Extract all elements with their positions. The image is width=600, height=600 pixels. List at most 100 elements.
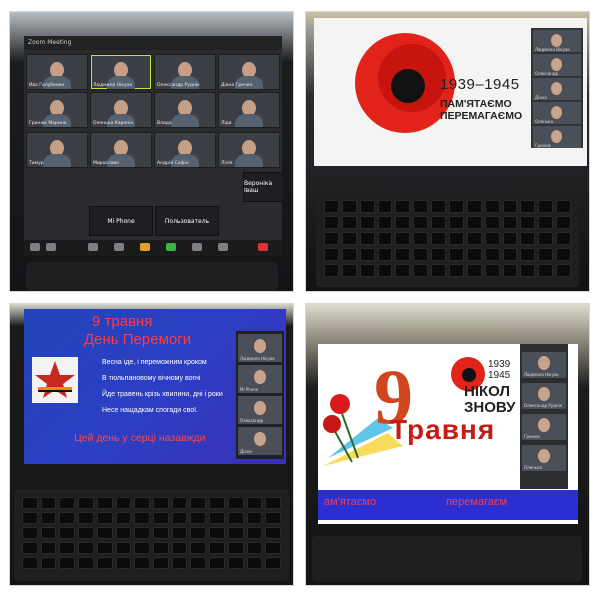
participant-name-tile[interactable]: Вероніка Іваш: [243, 172, 282, 202]
participant-thumbnail[interactable]: Олександр: [533, 54, 581, 76]
keyboard-key: [227, 557, 244, 569]
keyboard-key: [22, 527, 38, 539]
participant-name: Ліда: [221, 121, 232, 126]
participant-video-tile[interactable]: Ліда: [218, 92, 280, 128]
participant-thumbnail[interactable]: Людмила Нікуак: [533, 30, 581, 52]
keyboard-key: [59, 527, 76, 539]
participant-video-tile[interactable]: Влада: [154, 92, 216, 128]
participant-name-tile[interactable]: Пользователь: [155, 206, 219, 236]
participant-video-tile[interactable]: Мирослава: [90, 132, 152, 168]
slide-title: 9 травня: [92, 313, 153, 330]
participant-name: Олександр Руднік: [157, 83, 200, 88]
participant-name: Олександр Руднік: [524, 403, 563, 408]
keyboard-key: [520, 248, 536, 261]
keyboard-key: [171, 512, 188, 524]
participant-video-tile[interactable]: Олександр Руднік: [154, 54, 216, 90]
keyboard-key: [484, 232, 500, 245]
keyboard-key: [78, 512, 94, 524]
keyboard-key: [484, 216, 500, 229]
poem-line: В тюльпановому вічному вогні: [102, 375, 201, 382]
keyboard-key: [22, 557, 38, 569]
participant-thumbnail[interactable]: Олександр Руднік: [522, 383, 566, 409]
keyboard-key: [484, 248, 500, 261]
participant-name-tile[interactable]: Mi Phone: [89, 206, 153, 236]
participant-thumbnail[interactable]: Людмила Нікуак: [238, 334, 282, 362]
keyboard-key: [502, 264, 518, 277]
keyboard-key: [209, 557, 225, 569]
keyboard-key: [190, 542, 207, 554]
participant-video-tile[interactable]: Тимур: [26, 132, 88, 168]
participant-thumbnail[interactable]: Оленька: [533, 102, 581, 124]
participant-thumbnail[interactable]: Mi Phone: [238, 365, 282, 393]
keyboard-key: [171, 527, 188, 539]
keyboard-key: [171, 557, 188, 569]
share-screen-icon[interactable]: [166, 243, 176, 251]
mic-icon[interactable]: [30, 243, 40, 251]
keyboard-key: [502, 216, 518, 229]
participants-strip: Людмила Нікуак Олександр Руднік Гринюк Олен…: [520, 344, 568, 489]
participant-thumbnail[interactable]: Гринюк: [522, 414, 566, 440]
banner-right-text: перемагаєм: [446, 496, 508, 508]
participant-thumbnail[interactable]: Людмила Нікуак: [522, 352, 566, 378]
keyboard-key: [40, 527, 57, 539]
keyboard-key: [359, 200, 375, 213]
laptop-keyboard: [316, 192, 579, 287]
keyboard-key: [466, 264, 482, 277]
keyboard-key: [538, 216, 554, 229]
keyboard-key: [538, 264, 554, 277]
keyboard-key: [227, 512, 244, 524]
security-icon[interactable]: [88, 243, 98, 251]
keyboard-key: [96, 497, 113, 509]
photo-laptop-9-may-slide: 9 Травня 1939 1945 НІКОЛ ЗНОВУ ам'ятаємо…: [305, 303, 590, 586]
years-text: 1939–1945: [440, 76, 520, 93]
participant-video-tile[interactable]: Лілія: [218, 132, 280, 168]
keyboard-key: [246, 542, 263, 554]
keyboard-key: [22, 497, 38, 509]
record-icon[interactable]: [192, 243, 202, 251]
participant-video-tile[interactable]: Людмила Нікуак: [90, 54, 152, 90]
participant-thumbnail[interactable]: Гринюк: [533, 126, 581, 148]
participant-body: [43, 154, 71, 167]
keyboard-key: [341, 200, 357, 213]
laptop-keyboard: [26, 262, 278, 290]
keyboard-key: [431, 232, 446, 245]
participant-thumbnail[interactable]: Діана: [238, 427, 282, 455]
zoom-toolbar: [24, 240, 282, 256]
participant-video-tile[interactable]: Ива Голубенко: [26, 54, 88, 90]
participant-face: [551, 130, 562, 143]
travnia-text: Травня: [390, 414, 496, 445]
keyboard-key: [246, 512, 263, 524]
keyboard-key: [324, 264, 339, 277]
keyboard-key: [502, 200, 518, 213]
bottom-banner: ам'ятаємо перемагаєм: [318, 490, 578, 520]
chat-icon[interactable]: [140, 243, 150, 251]
participant-video-tile[interactable]: Гринюк Марина: [26, 92, 88, 128]
video-icon[interactable]: [46, 243, 56, 251]
participant-video-tile[interactable]: Діана Гречин: [218, 54, 280, 90]
keyboard-key: [265, 512, 281, 524]
keyboard-key: [59, 497, 76, 509]
participant-video-tile[interactable]: Оленька Каренін: [90, 92, 152, 128]
keyboard-key: [171, 497, 188, 509]
participant-thumbnail[interactable]: Оленька: [522, 445, 566, 471]
keyboard-key: [134, 542, 150, 554]
keyboard-key: [538, 248, 554, 261]
keyboard-key: [341, 232, 357, 245]
end-call-icon[interactable]: [258, 243, 268, 251]
participants-icon[interactable]: [114, 243, 124, 251]
keyboard-key: [413, 264, 429, 277]
participant-thumbnail[interactable]: Діана: [533, 78, 581, 100]
war-medal-icon: [32, 357, 78, 403]
keyboard-key: [265, 527, 281, 539]
keyboard-key: [556, 216, 571, 229]
keyboard-key: [22, 512, 38, 524]
keyboard-key: [395, 264, 411, 277]
keyboard-key: [359, 216, 375, 229]
keyboard-key: [265, 557, 281, 569]
keyboard-key: [134, 557, 150, 569]
reactions-icon[interactable]: [218, 243, 228, 251]
participant-thumbnail[interactable]: Олександр: [238, 396, 282, 424]
keyboard-key: [265, 497, 281, 509]
participant-name: Тимур: [29, 161, 44, 166]
participant-video-tile[interactable]: Андрій Сафін: [154, 132, 216, 168]
